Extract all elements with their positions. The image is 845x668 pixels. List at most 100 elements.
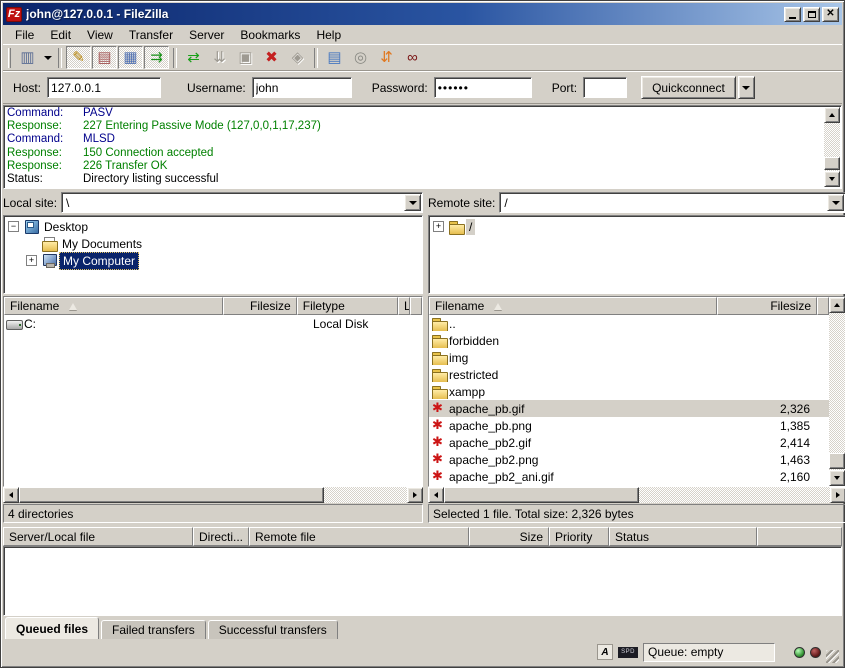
scrollbar-thumb[interactable] [829, 453, 845, 469]
toggle-local-tree-button[interactable]: ▤ [92, 46, 117, 69]
remote-tree-item[interactable]: +/ [429, 218, 845, 235]
toggle-message-log-button[interactable]: ✎ [66, 46, 91, 69]
local-site-dropdown-button[interactable] [404, 194, 421, 211]
message-log-scrollbar[interactable] [824, 107, 840, 187]
column-header[interactable]: Filename [4, 297, 223, 315]
quickconnect-dropdown-button[interactable] [738, 76, 755, 99]
tab-failed-transfers[interactable]: Failed transfers [101, 620, 206, 639]
local-tree-item[interactable]: +My Computer [4, 252, 422, 269]
column-header[interactable]: Filesize [223, 297, 297, 315]
queue-column-header[interactable]: Remote file [249, 527, 469, 546]
port-label: Port: [552, 81, 577, 95]
local-file-row[interactable]: C:Local Disk [4, 315, 422, 332]
menu-edit[interactable]: Edit [42, 26, 79, 44]
scrollbar-thumb[interactable] [444, 487, 639, 503]
remote-horizontal-scrollbar[interactable] [428, 487, 845, 503]
scrollbar-thumb[interactable] [19, 487, 324, 503]
tab-queued-files[interactable]: Queued files [5, 617, 99, 639]
transfer-type-icon: A [597, 644, 613, 660]
local-site-combo[interactable]: \ [61, 192, 423, 213]
menu-help[interactable]: Help [308, 26, 349, 44]
minimize-button[interactable] [784, 7, 801, 22]
username-input[interactable] [252, 77, 352, 98]
compare-button[interactable]: ⇵ [374, 46, 399, 69]
toggle-remote-tree-button[interactable]: ▦ [118, 46, 143, 69]
scroll-left-button[interactable] [428, 487, 444, 503]
quickconnect-button[interactable]: Quickconnect [641, 76, 736, 99]
title-bar[interactable]: Fz john@127.0.0.1 - FileZilla ✕ [3, 3, 842, 25]
sort-ascending-icon [494, 303, 502, 310]
remote-file-row[interactable]: xampp [429, 383, 829, 400]
menu-bookmarks[interactable]: Bookmarks [232, 26, 308, 44]
find-icon: ∞ [407, 50, 418, 65]
expand-icon[interactable]: + [26, 255, 37, 266]
queue-status-panel: Queue: empty [643, 643, 775, 662]
local-file-list: C:Local Disk [4, 315, 422, 486]
site-manager-button[interactable]: ▥ [15, 46, 40, 69]
toolbar-separator [58, 48, 62, 68]
remote-file-row[interactable]: apache_pb2.png1,463 [429, 451, 829, 468]
scroll-up-button[interactable] [829, 297, 845, 313]
site-manager-dropdown-button[interactable] [41, 46, 54, 69]
chevron-down-icon [409, 201, 417, 205]
remote-vertical-scrollbar[interactable] [829, 297, 845, 486]
collapse-icon[interactable]: − [8, 221, 19, 232]
menu-view[interactable]: View [79, 26, 121, 44]
find-button[interactable]: ∞ [400, 46, 425, 69]
column-header[interactable]: L [398, 297, 410, 315]
scroll-right-button[interactable] [407, 487, 423, 503]
column-header[interactable]: Filename [429, 297, 717, 315]
remote-file-row[interactable]: img [429, 349, 829, 366]
queue-column-header[interactable]: Directi... [193, 527, 249, 546]
queue-column-header[interactable]: Status [609, 527, 757, 546]
scroll-left-button[interactable] [3, 487, 19, 503]
remote-file-row[interactable]: apache_pb.gif2,326 [429, 400, 829, 417]
my-computer-icon [41, 254, 59, 268]
toolbar-grip[interactable] [8, 48, 11, 68]
toggle-local-tree-icon: ▤ [97, 50, 111, 65]
scroll-right-button[interactable] [830, 487, 845, 503]
window-title: john@127.0.0.1 - FileZilla [26, 7, 780, 21]
remote-file-row[interactable]: restricted [429, 366, 829, 383]
remote-file-row[interactable]: apache_pb.png1,385 [429, 417, 829, 434]
close-button[interactable]: ✕ [822, 7, 839, 22]
column-header[interactable]: Filesize [717, 297, 817, 315]
tab-successful-transfers[interactable]: Successful transfers [208, 620, 338, 639]
local-tree-item[interactable]: −Desktop [4, 218, 422, 235]
file-size: 2,414 [780, 436, 810, 450]
scroll-down-button[interactable] [824, 171, 840, 187]
menu-server[interactable]: Server [181, 26, 232, 44]
maximize-button[interactable] [803, 7, 820, 22]
menu-file[interactable]: File [7, 26, 42, 44]
remote-file-row[interactable]: apache_pb2_ani.gif2,160 [429, 468, 829, 485]
column-header[interactable]: Filetype [297, 297, 398, 315]
file-name-cell: img [429, 351, 717, 365]
queue-column-header[interactable]: Server/Local file [3, 527, 193, 546]
arrow-right-icon [836, 492, 840, 498]
port-input[interactable] [583, 77, 627, 98]
site-manager-icon: ▥ [20, 50, 34, 65]
remote-site-dropdown-button[interactable] [827, 194, 844, 211]
search-button[interactable]: ◎ [348, 46, 373, 69]
expand-icon[interactable]: + [433, 221, 444, 232]
refresh-button[interactable]: ⇄ [181, 46, 206, 69]
remote-file-row[interactable]: .. [429, 315, 829, 332]
queue-column-header[interactable]: Priority [549, 527, 609, 546]
filter-button[interactable]: ▤ [322, 46, 347, 69]
remote-file-row[interactable]: forbidden [429, 332, 829, 349]
scrollbar-thumb[interactable] [824, 157, 840, 170]
scroll-up-button[interactable] [824, 107, 840, 123]
disconnect-button[interactable]: ✖ [259, 46, 284, 69]
resize-grip[interactable] [826, 650, 839, 663]
host-input[interactable] [47, 77, 161, 98]
scroll-down-button[interactable] [829, 470, 845, 486]
queue-column-header[interactable]: Size [469, 527, 549, 546]
remote-site-combo[interactable]: / [499, 192, 845, 213]
menu-transfer[interactable]: Transfer [121, 26, 181, 44]
password-input[interactable] [434, 77, 532, 98]
remote-file-row[interactable]: apache_pb2.gif2,414 [429, 434, 829, 451]
local-tree: −DesktopMy Documents+My Computer [3, 215, 423, 294]
local-horizontal-scrollbar[interactable] [3, 487, 423, 503]
toggle-queue-button[interactable]: ⇉ [144, 46, 169, 69]
local-tree-item[interactable]: My Documents [4, 235, 422, 252]
